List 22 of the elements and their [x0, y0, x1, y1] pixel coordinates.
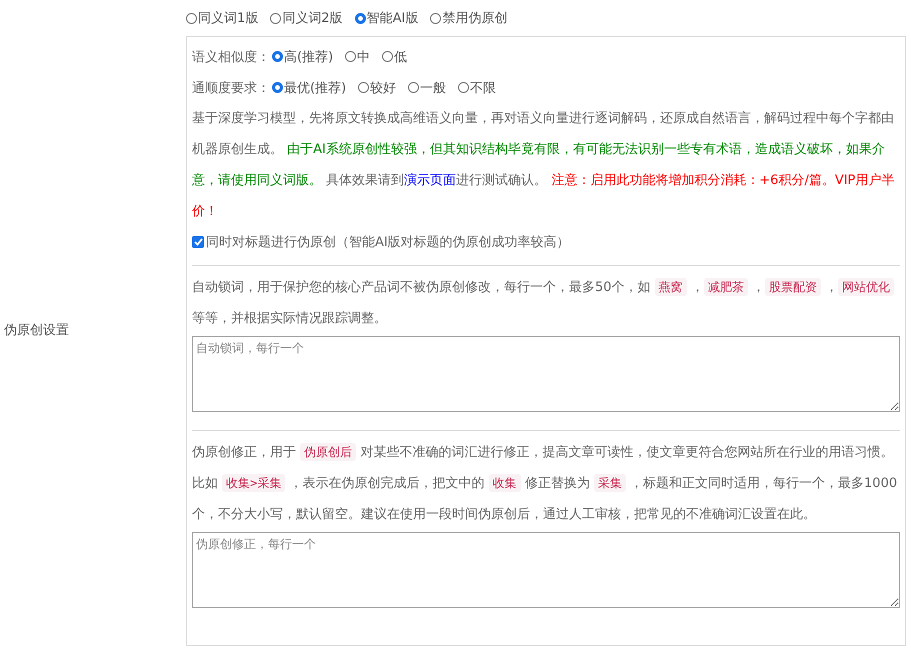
radio-option[interactable]: 中	[345, 48, 370, 66]
radio-option[interactable]: 一般	[408, 78, 446, 96]
radio-option[interactable]: 低	[382, 48, 408, 66]
corrections-description: 伪原创修正，用于 伪原创后 对某些不准确的词汇进行修正，提高文章可读性，使文章更符合您网站所在行业的用语习惯。比如 收集>采集 ，表示在伪原创完成后，把文中的 收集 修正替换为 采集 ，标题和正文同时适用，每行一个，最多1000个，不分大小写，默认留空。建议在使用一段时间伪原创后，通过人工审核，把常见的不准确词汇设置在此。	[192, 442, 898, 524]
lock-words-field[interactable]: 自动锁词，每行一个	[192, 336, 900, 412]
ai-description: 基于深度学习模型，先将原文转换成高维语义向量，再对语义向量进行逐词解码，还原成自然语言，解码过程中每个字都由机器原创生成。 由于AI系统原创性较强，但其知识结构毕竟有限，有可能无法识别一些专有术语，造成语义破坏，如果介意，请使用同义词版。 具体效果请到演示页面进行测试确认。 注意：启用此功能将增加积分消耗：+6积分/篇。VIP用户半价！	[192, 110, 896, 221]
demo-page-link[interactable]: 演示页面	[404, 173, 456, 188]
radio-option[interactable]: 高(推荐)	[272, 48, 334, 66]
radio-option[interactable]: 智能AI版	[354, 9, 418, 27]
check-icon	[194, 238, 202, 246]
lock-words-description: 自动锁词，用于保护您的核心产品词不被伪原创修改，每行一个，最多50个，如 燕窝 ， 减肥茶 ， 股票配资 ， 网站优化 等等，并根据实际情况跟踪调整。	[192, 272, 900, 334]
fluency-label: 通顺度要求：	[192, 80, 270, 96]
radio-option[interactable]: 最优(推荐)	[272, 78, 346, 96]
corrections-field[interactable]: 伪原创修正，每行一个	[192, 532, 900, 608]
radio-option[interactable]: 禁用伪原创	[430, 9, 508, 27]
title-checkbox[interactable]: 同时对标题进行伪原创（智能AI版对标题的伪原创成功率较高）	[192, 227, 900, 257]
radio-option[interactable]: 同义词1版	[186, 9, 258, 27]
radio-option[interactable]: 较好	[358, 78, 396, 96]
similarity-label: 语义相似度：	[192, 48, 270, 66]
radio-option[interactable]: 同义词2版	[270, 9, 343, 27]
settings-label: 伪原创设置	[3, 322, 69, 339]
radio-option[interactable]: 不限	[458, 78, 496, 96]
